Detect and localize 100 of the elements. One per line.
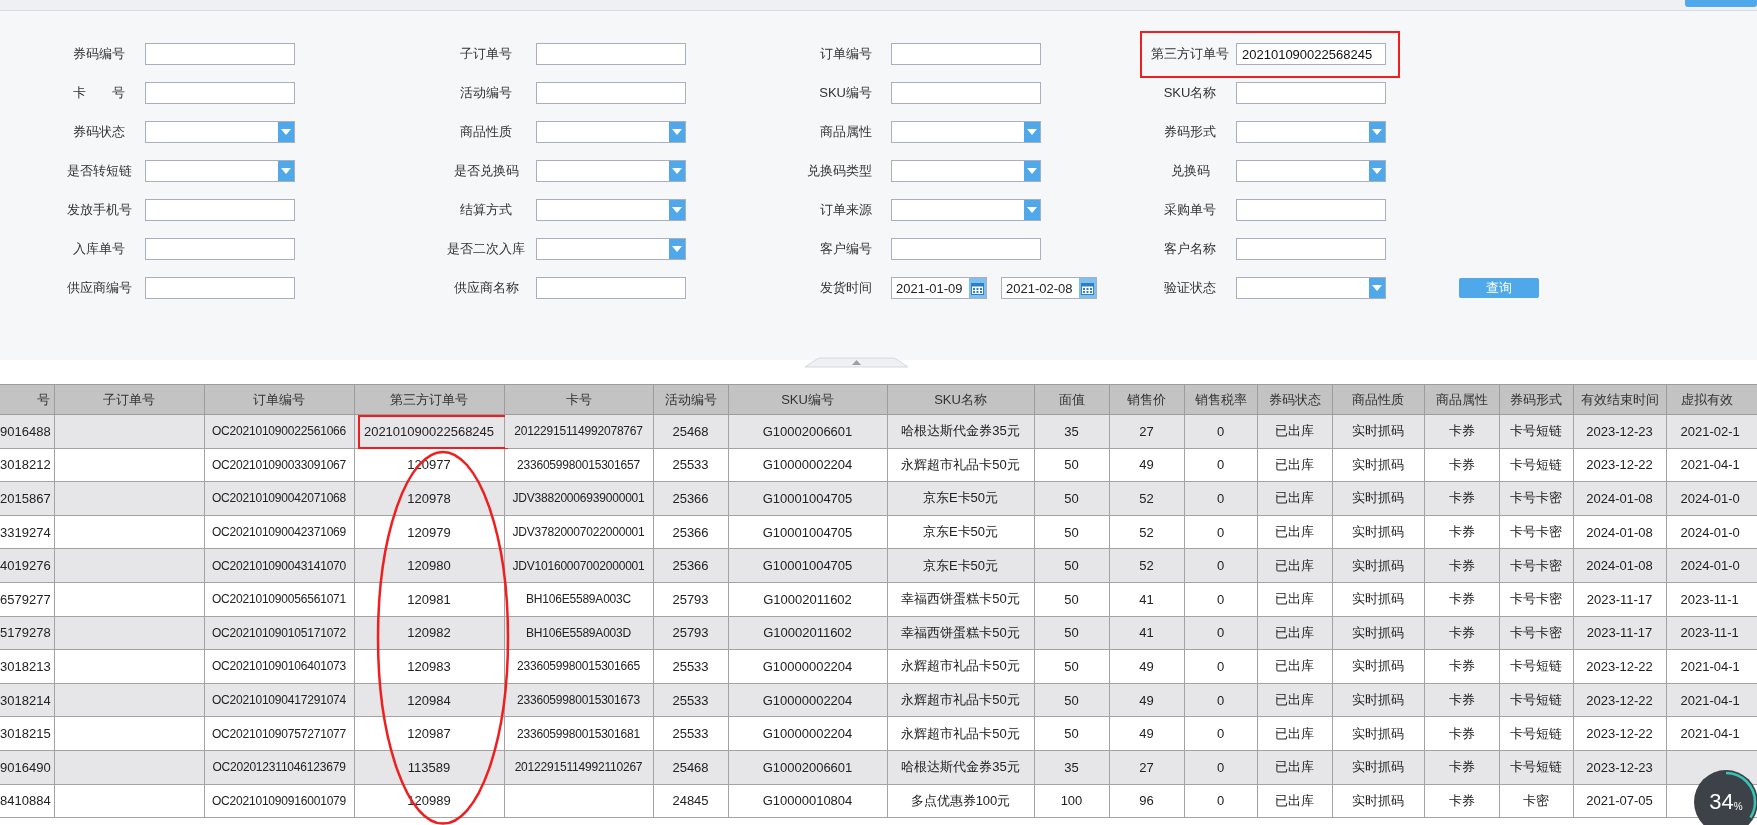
column-header[interactable]: SKU名称 bbox=[887, 384, 1034, 415]
input-field[interactable] bbox=[145, 199, 295, 221]
table-cell: 已出库 bbox=[1257, 548, 1332, 583]
column-header[interactable]: 号 bbox=[0, 384, 54, 415]
table-cell: 0 bbox=[1184, 716, 1257, 751]
dropdown-field[interactable] bbox=[536, 199, 686, 221]
column-header[interactable]: SKU编号 bbox=[728, 384, 887, 415]
table-cell: 实时抓码 bbox=[1332, 448, 1424, 482]
field-label: 供应商名称 bbox=[452, 279, 520, 297]
dropdown-field[interactable] bbox=[1236, 121, 1386, 143]
input-field[interactable] bbox=[1236, 199, 1386, 221]
table-cell: OC202101090042071068 bbox=[204, 481, 354, 516]
calendar-icon[interactable] bbox=[1079, 278, 1096, 298]
table-cell: G10000002204 bbox=[728, 683, 887, 717]
table-cell: 实时抓码 bbox=[1332, 548, 1424, 583]
table-cell: 2023-11-17 bbox=[1573, 582, 1666, 617]
dropdown-field[interactable] bbox=[536, 121, 686, 143]
table-cell: 实时抓码 bbox=[1332, 515, 1424, 549]
table-cell: 2023-12-22 bbox=[1573, 716, 1666, 751]
input-field[interactable] bbox=[891, 43, 1041, 65]
table-cell: 120984 bbox=[354, 683, 504, 717]
table-cell: 0 bbox=[1184, 548, 1257, 583]
column-header[interactable]: 有效结束时间 bbox=[1573, 384, 1666, 415]
table-cell: 已出库 bbox=[1257, 582, 1332, 617]
input-field[interactable] bbox=[145, 43, 295, 65]
column-header[interactable]: 订单编号 bbox=[204, 384, 354, 415]
table-cell: 2023-12-22 bbox=[1573, 683, 1666, 717]
input-field[interactable]: 202101090022568245 bbox=[1236, 43, 1386, 65]
column-header[interactable]: 券码状态 bbox=[1257, 384, 1332, 415]
field-label: 活动编号 bbox=[459, 84, 513, 102]
input-field[interactable] bbox=[145, 277, 295, 299]
field-label: 券码形式 bbox=[1163, 123, 1217, 141]
field-label: 券码编号 bbox=[72, 45, 126, 63]
input-field[interactable] bbox=[1236, 238, 1386, 260]
table-cell: 20122915114992078767 bbox=[504, 414, 653, 449]
table-cell: 幸福西饼蛋糕卡50元 bbox=[887, 616, 1034, 650]
dropdown-field[interactable] bbox=[891, 199, 1041, 221]
calendar-icon[interactable] bbox=[969, 278, 986, 298]
dropdown-field[interactable] bbox=[145, 121, 295, 143]
dropdown-field[interactable] bbox=[536, 238, 686, 260]
table-cell: OC202101090042371069 bbox=[204, 515, 354, 549]
date-field[interactable]: 2021-01-09 bbox=[891, 277, 987, 299]
column-header[interactable]: 券码形式 bbox=[1499, 384, 1573, 415]
dropdown-field[interactable] bbox=[536, 160, 686, 182]
table-cell: OC202101090105171072 bbox=[204, 616, 354, 650]
input-field[interactable] bbox=[891, 238, 1041, 260]
table-cell: 实时抓码 bbox=[1332, 683, 1424, 717]
column-header[interactable]: 活动编号 bbox=[653, 384, 728, 415]
field-label: 券码状态 bbox=[72, 123, 126, 141]
table-cell: 3018215 bbox=[0, 716, 54, 751]
table-cell: 2023-11-17 bbox=[1573, 616, 1666, 650]
table-cell: 已出库 bbox=[1257, 414, 1332, 449]
table-cell: 2015867 bbox=[0, 481, 54, 516]
table-cell: 52 bbox=[1109, 548, 1184, 583]
table-cell: 24845 bbox=[653, 784, 728, 818]
field-label: 供应商编号 bbox=[65, 279, 133, 297]
table-cell: 卡号卡密 bbox=[1499, 515, 1573, 549]
table-cell: 6579277 bbox=[0, 582, 54, 617]
table-cell: 永辉超市礼品卡50元 bbox=[887, 649, 1034, 684]
dropdown-field[interactable] bbox=[1236, 277, 1386, 299]
dropdown-field[interactable] bbox=[891, 121, 1041, 143]
table-cell: 卡号短链 bbox=[1499, 649, 1573, 684]
field-label: 入库单号 bbox=[72, 240, 126, 258]
dropdown-field[interactable] bbox=[1236, 160, 1386, 182]
table-cell: 0 bbox=[1184, 448, 1257, 482]
column-header[interactable]: 商品性质 bbox=[1332, 384, 1424, 415]
column-header[interactable]: 销售价 bbox=[1109, 384, 1184, 415]
table-cell: 实时抓码 bbox=[1332, 716, 1424, 751]
column-header[interactable]: 子订单号 bbox=[54, 384, 204, 415]
table-cell: 25366 bbox=[653, 548, 728, 583]
column-header[interactable]: 销售税率 bbox=[1184, 384, 1257, 415]
field-label: 订单编号 bbox=[819, 45, 873, 63]
input-field[interactable] bbox=[145, 238, 295, 260]
table-cell: 卡券 bbox=[1424, 481, 1499, 516]
dropdown-field[interactable] bbox=[145, 160, 295, 182]
field-label: 兑换码 bbox=[1169, 162, 1211, 180]
collapse-handle[interactable] bbox=[805, 357, 908, 368]
input-field[interactable] bbox=[536, 82, 686, 104]
column-header[interactable]: 虚拟有效 bbox=[1666, 384, 1757, 415]
table-cell: 25366 bbox=[653, 481, 728, 516]
table-cell: 120982 bbox=[354, 616, 504, 650]
table-cell: 2024-01-0 bbox=[1666, 548, 1757, 583]
date-field[interactable]: 2021-02-08 bbox=[1001, 277, 1097, 299]
input-field[interactable] bbox=[536, 277, 686, 299]
table-cell: 卡券 bbox=[1424, 616, 1499, 650]
input-field[interactable] bbox=[1236, 82, 1386, 104]
table-cell: 2024-01-08 bbox=[1573, 515, 1666, 549]
dropdown-field[interactable] bbox=[891, 160, 1041, 182]
input-field[interactable] bbox=[891, 82, 1041, 104]
input-field[interactable] bbox=[145, 82, 295, 104]
table-cell: 2023-11-1 bbox=[1666, 616, 1757, 650]
table-cell: BH106E5589A003D bbox=[504, 616, 653, 650]
column-header[interactable]: 面值 bbox=[1034, 384, 1109, 415]
input-field[interactable] bbox=[536, 43, 686, 65]
table-cell: 卡密 bbox=[1499, 784, 1573, 818]
column-header[interactable]: 商品属性 bbox=[1424, 384, 1499, 415]
column-header[interactable]: 卡号 bbox=[504, 384, 653, 415]
table-cell: 50 bbox=[1034, 481, 1109, 516]
column-header[interactable]: 第三方订单号 bbox=[354, 384, 504, 415]
table-cell: 0 bbox=[1184, 649, 1257, 684]
